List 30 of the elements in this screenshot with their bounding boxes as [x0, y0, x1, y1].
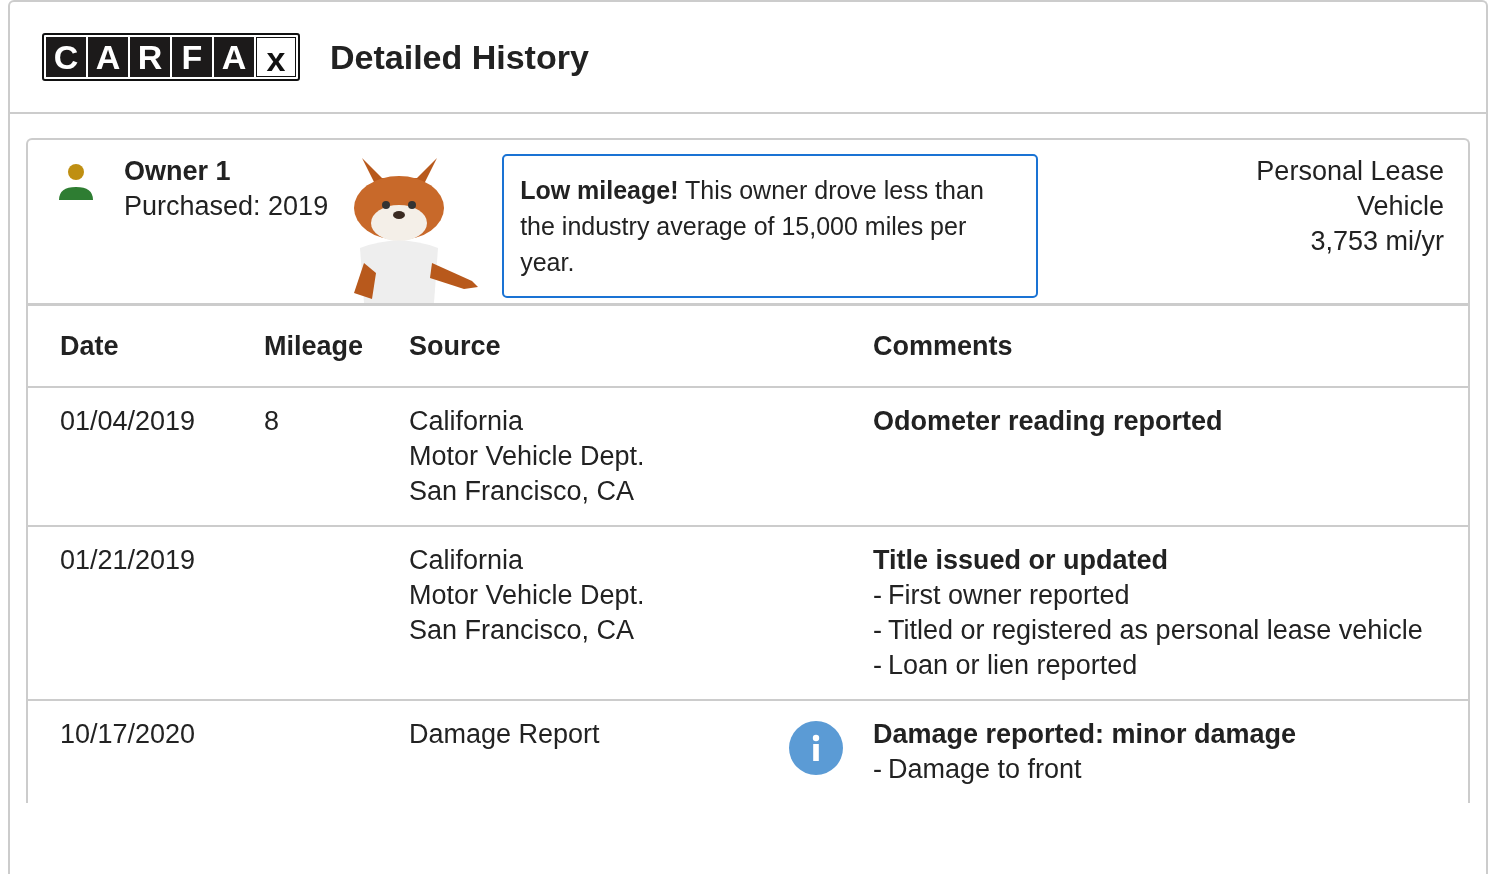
- date-cell-text: 01/04/2019: [60, 405, 197, 438]
- comment-detail: First owner reported: [888, 579, 1130, 612]
- column-header: Mileage: [264, 329, 365, 363]
- comment-title: Odometer reading reported: [873, 405, 1224, 438]
- comment-title: Title issued or updated: [873, 544, 1170, 577]
- bullet-dash: -: [873, 753, 882, 786]
- info-icon: [789, 721, 843, 775]
- comment-detail: Titled or registered as personal lease vehicle: [888, 614, 1423, 647]
- owner-name: Owner 1: [124, 155, 232, 188]
- page-title: Detailed History: [330, 36, 589, 78]
- mileage-cell-text: 8: [264, 405, 281, 438]
- column-header: Source: [409, 329, 502, 363]
- column-header: Comments: [873, 329, 1014, 363]
- bullet-dash: -: [873, 579, 882, 612]
- source-cell-text: California Motor Vehicle Dept. San Francisco, CA: [409, 405, 646, 508]
- source-cell-text: California Motor Vehicle Dept. San Francisco, CA: [409, 544, 646, 647]
- low-mileage-callout: Low mileage! This owner drove less than the industry average of 15,000 miles per year.: [502, 154, 1039, 298]
- source-cell-text: Damage Report: [409, 718, 601, 751]
- bullet-dash: -: [873, 649, 882, 682]
- bullet-dash: -: [873, 614, 882, 647]
- comment-title: Damage reported: minor damage: [873, 718, 1298, 751]
- usage-summary: Personal Lease Vehicle 3,753 mi/yr: [1256, 155, 1444, 258]
- date-cell-text: 10/17/2020: [60, 718, 197, 751]
- comment-detail: Loan or lien reported: [888, 649, 1138, 682]
- person-icon: [58, 164, 94, 200]
- purchase-year: Purchased: 2019: [124, 190, 329, 223]
- comment-detail: Damage to front: [888, 753, 1082, 786]
- date-cell-text: 01/21/2019: [60, 544, 197, 577]
- column-header: Date: [60, 329, 120, 363]
- logo: C A R F A x: [42, 33, 300, 81]
